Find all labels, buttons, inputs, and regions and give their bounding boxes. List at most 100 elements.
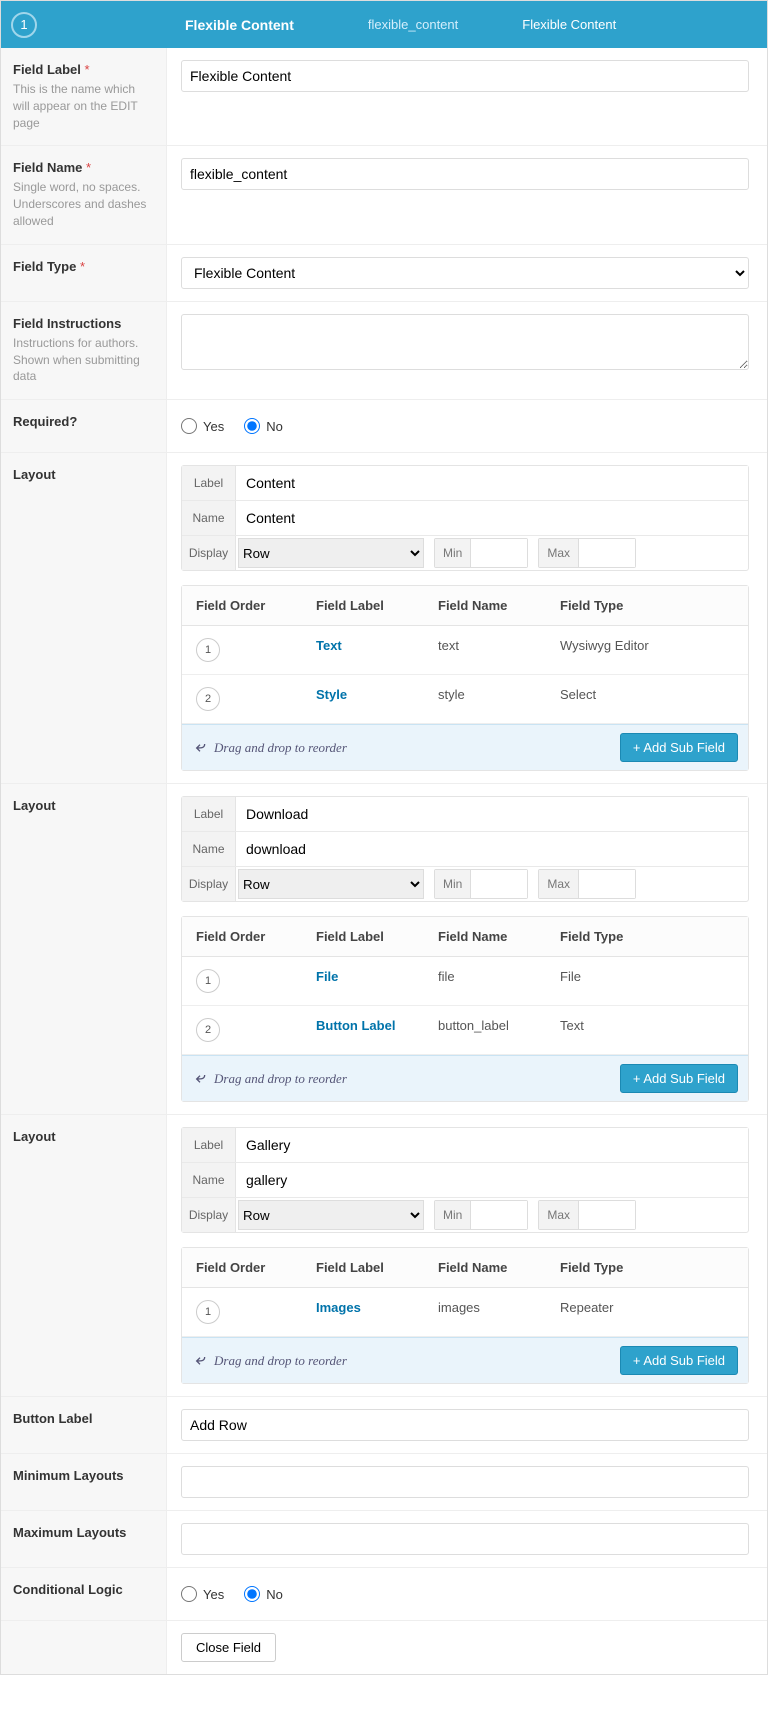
layout-min-tag: Min (435, 539, 471, 567)
add-sub-field-button[interactable]: + Add Sub Field (620, 733, 738, 762)
subfield-type: Repeater (546, 1288, 748, 1336)
layout-label-input[interactable] (236, 466, 748, 500)
conditional-no-radio[interactable] (244, 1586, 260, 1602)
layout-name-input[interactable] (236, 501, 748, 535)
subfield-name: file (424, 957, 546, 1005)
subfield-label-link[interactable]: Images (316, 1300, 361, 1315)
field-label-label: Field Label (13, 62, 81, 77)
header-type: Flexible Content (522, 17, 616, 32)
col-field-name: Field Name (424, 1248, 546, 1287)
col-field-order: Field Order (182, 1248, 302, 1287)
layout-display-tag: Display (182, 867, 236, 901)
col-field-type: Field Type (546, 586, 748, 625)
min-layouts-input[interactable] (181, 1466, 749, 1498)
layout-name-tag: Name (182, 501, 236, 535)
reorder-arrow-icon (192, 740, 208, 756)
max-layouts-label: Maximum Layouts (13, 1525, 154, 1540)
conditional-yes-radio[interactable] (181, 1586, 197, 1602)
button-label-input[interactable] (181, 1409, 749, 1441)
field-header[interactable]: 1 Flexible Content flexible_content Flex… (1, 1, 767, 48)
layout-name-input[interactable] (236, 832, 748, 866)
reorder-hint: Drag and drop to reorder (192, 740, 347, 756)
field-instructions-help: Instructions for authors. Shown when sub… (13, 335, 154, 385)
layout-max-input[interactable] (579, 870, 635, 898)
subfield-row[interactable]: 1FilefileFile (182, 957, 748, 1006)
required-no-radio[interactable] (244, 418, 260, 434)
field-name-input[interactable] (181, 158, 749, 190)
subfield-type: Wysiwyg Editor (546, 626, 748, 674)
field-instructions-label: Field Instructions (13, 316, 154, 331)
subfield-label-link[interactable]: Style (316, 687, 347, 702)
layout-display-select[interactable]: Row (238, 538, 424, 568)
field-instructions-input[interactable] (181, 314, 749, 370)
field-order-badge: 1 (11, 12, 37, 38)
reorder-hint: Drag and drop to reorder (192, 1353, 347, 1369)
min-layouts-label: Minimum Layouts (13, 1468, 154, 1483)
layout-display-select[interactable]: Row (238, 1200, 424, 1230)
reorder-arrow-icon (192, 1353, 208, 1369)
field-type-select[interactable]: Flexible Content (181, 257, 749, 289)
conditional-label: Conditional Logic (13, 1582, 154, 1597)
required-star: * (85, 62, 90, 77)
subfield-row[interactable]: 2Button Labelbutton_labelText (182, 1006, 748, 1055)
layout-min-input[interactable] (471, 539, 527, 567)
button-label-label: Button Label (13, 1411, 154, 1426)
close-field-button[interactable]: Close Field (181, 1633, 276, 1662)
layout-max-input[interactable] (579, 539, 635, 567)
reorder-hint: Drag and drop to reorder (192, 1071, 347, 1087)
conditional-no-option[interactable]: No (244, 1586, 283, 1602)
col-field-order: Field Order (182, 917, 302, 956)
required-star: * (86, 160, 91, 175)
subfield-label-link[interactable]: File (316, 969, 338, 984)
layout-display-select[interactable]: Row (238, 869, 424, 899)
subfield-name: images (424, 1288, 546, 1336)
layout-max-input[interactable] (579, 1201, 635, 1229)
col-field-type: Field Type (546, 917, 748, 956)
layout-min-tag: Min (435, 1201, 471, 1229)
layout-min-input[interactable] (471, 1201, 527, 1229)
add-sub-field-button[interactable]: + Add Sub Field (620, 1064, 738, 1093)
col-field-name: Field Name (424, 586, 546, 625)
subfield-label-link[interactable]: Button Label (316, 1018, 395, 1033)
layout-name-input[interactable] (236, 1163, 748, 1197)
subfield-type: Text (546, 1006, 748, 1054)
field-name-help: Single word, no spaces. Underscores and … (13, 179, 154, 229)
required-yes-option[interactable]: Yes (181, 418, 224, 434)
subfield-type: Select (546, 675, 748, 723)
subfield-type: File (546, 957, 748, 1005)
field-type-label: Field Type (13, 259, 76, 274)
layout-name-tag: Name (182, 832, 236, 866)
col-field-label: Field Label (302, 586, 424, 625)
required-yes-radio[interactable] (181, 418, 197, 434)
subfield-name: text (424, 626, 546, 674)
subfield-row[interactable]: 1 Images imagesRepeater (182, 1288, 748, 1337)
layout-label-tag: Label (182, 466, 236, 500)
layout-label-tag: Label (182, 1128, 236, 1162)
field-name-label: Field Name (13, 160, 82, 175)
max-layouts-input[interactable] (181, 1523, 749, 1555)
subfield-name: style (424, 675, 546, 723)
layout-min-input[interactable] (471, 870, 527, 898)
layout-label-input[interactable] (236, 1128, 748, 1162)
layout-max-tag: Max (539, 539, 579, 567)
add-sub-field-button[interactable]: + Add Sub Field (620, 1346, 738, 1375)
layout-label-input[interactable] (236, 797, 748, 831)
conditional-yes-option[interactable]: Yes (181, 1586, 224, 1602)
subfield-order-badge: 1 (196, 638, 220, 662)
col-field-order: Field Order (182, 586, 302, 625)
layout-label-tag: Label (182, 797, 236, 831)
required-no-option[interactable]: No (244, 418, 283, 434)
subfield-row[interactable]: 2 Style styleSelect (182, 675, 748, 724)
layout-name-tag: Name (182, 1163, 236, 1197)
layout-min-tag: Min (435, 870, 471, 898)
field-label-input[interactable] (181, 60, 749, 92)
col-field-label: Field Label (302, 1248, 424, 1287)
subfield-order-badge: 1 (196, 1300, 220, 1324)
subfield-order-badge: 2 (196, 687, 220, 711)
subfield-name: button_label (424, 1006, 546, 1054)
header-slug: flexible_content (368, 17, 458, 32)
col-field-type: Field Type (546, 1248, 748, 1287)
subfield-label-link[interactable]: Text (316, 638, 342, 653)
subfield-row[interactable]: 1 Text textWysiwyg Editor (182, 626, 748, 675)
header-title: Flexible Content (185, 17, 294, 33)
